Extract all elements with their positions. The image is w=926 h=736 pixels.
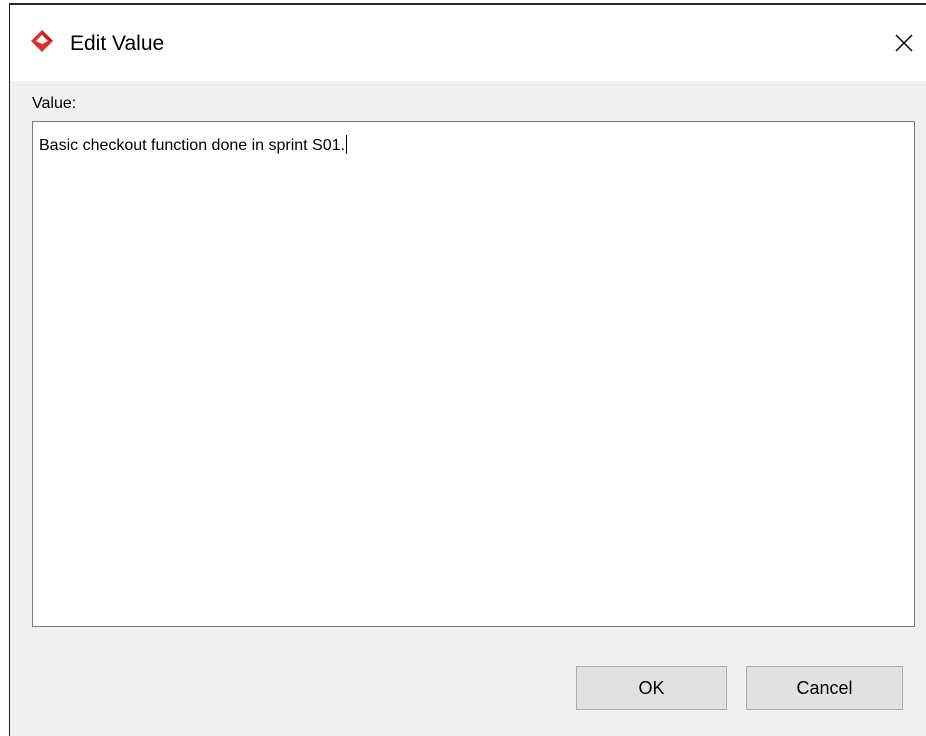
app-logo-icon: [30, 29, 54, 53]
text-caret: [345, 135, 347, 154]
close-button[interactable]: [886, 23, 922, 63]
value-textarea[interactable]: Basic checkout function done in sprint S…: [32, 121, 915, 627]
close-icon: [895, 34, 913, 52]
ok-button[interactable]: OK: [576, 666, 727, 710]
title-bar: Edit Value: [10, 5, 926, 81]
value-text: Basic checkout function done in sprint S…: [39, 137, 345, 154]
dialog-title: Edit Value: [70, 32, 165, 55]
cancel-button[interactable]: Cancel: [746, 666, 903, 710]
edit-value-dialog: Edit Value Value: Basic checkout functio…: [9, 3, 926, 736]
value-label: Value:: [32, 95, 77, 112]
